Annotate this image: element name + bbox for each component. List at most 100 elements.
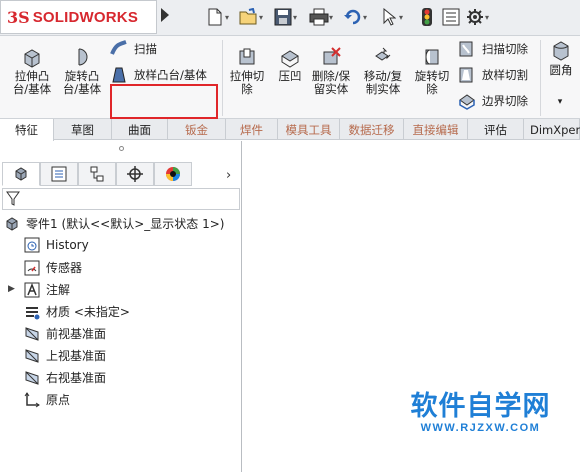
boundary-cut-button[interactable]: 边界切除	[458, 92, 528, 110]
tree-item-annotations[interactable]: 注解	[24, 281, 70, 298]
command-manager-ribbon: 拉伸凸 台/基体 旋转凸 台/基体 扫描 放样凸台/基体 拉伸切 除 压凹 删除…	[0, 36, 580, 119]
tab-dimxpert[interactable]: DimXpert	[524, 119, 580, 140]
plane-icon	[25, 370, 39, 385]
delete-keep-body-button[interactable]: 删除/保 留实体	[306, 46, 356, 96]
quick-access-toolbar: ▾ ▾ ▾ ▾ ▾ ▾ ▾	[205, 5, 493, 29]
menu-expand-arrow-icon[interactable]	[161, 8, 169, 22]
tab-features[interactable]: 特征	[0, 119, 54, 141]
tab-evaluate[interactable]: 评估	[468, 119, 524, 140]
plane-icon	[25, 348, 39, 363]
tree-filter-bar[interactable]	[2, 188, 240, 210]
tab-data-migration[interactable]: 数据迁移	[340, 119, 404, 140]
extruded-cut-icon	[239, 48, 255, 65]
annotations-icon	[24, 282, 40, 297]
tree-item-label: History	[46, 238, 89, 252]
save-dropdown-icon[interactable]: ▾	[293, 13, 301, 22]
indent-button[interactable]: 压凹	[274, 46, 306, 83]
select-dropdown-icon[interactable]: ▾	[399, 13, 407, 22]
delete-body-icon	[323, 47, 341, 65]
tree-root-part[interactable]: 零件1 (默认<<默认>_显示状态 1>)	[4, 215, 224, 232]
tree-item-label: 前视基准面	[46, 327, 107, 341]
extruded-cut-label: 拉伸切 除	[229, 69, 265, 96]
sweep-label: 扫描	[134, 42, 157, 56]
tree-item-origin[interactable]: 原点	[24, 391, 70, 408]
undo-dropdown-icon[interactable]: ▾	[363, 13, 371, 22]
save-icon[interactable]	[273, 7, 293, 27]
configuration-manager-tab[interactable]	[78, 162, 116, 186]
loft-icon	[112, 67, 126, 83]
lofted-cut-icon	[459, 67, 473, 83]
feature-manager-tab[interactable]	[2, 162, 40, 186]
filter-icon	[6, 191, 20, 206]
panel-grip-handle[interactable]	[0, 141, 242, 155]
fillet-dropdown[interactable]: ▾	[552, 96, 568, 109]
tab-direct-editing[interactable]: 直接编辑	[404, 119, 468, 140]
move-body-icon	[375, 47, 391, 61]
feature-manager-icon	[15, 167, 27, 181]
delete-keep-body-label: 删除/保 留实体	[311, 69, 351, 96]
property-manager-icon	[51, 166, 67, 182]
gear-icon[interactable]	[465, 7, 485, 27]
new-document-icon[interactable]	[205, 7, 225, 27]
tab-sketch[interactable]: 草图	[54, 119, 112, 140]
tree-item-label: 传感器	[46, 261, 83, 275]
lofted-cut-button[interactable]: 放样切割	[458, 66, 528, 84]
tree-item-label: 上视基准面	[46, 349, 107, 363]
move-copy-body-button[interactable]: 移动/复 制实体	[358, 46, 408, 96]
command-manager-tabs: 特征 草图 曲面 钣金 焊件 模具工具 数据迁移 直接编辑 评估 DimXper…	[0, 119, 580, 141]
extruded-boss-button[interactable]: 拉伸凸 台/基体	[6, 46, 58, 96]
tab-surfaces[interactable]: 曲面	[112, 119, 168, 140]
swept-cut-label: 扫描切除	[482, 42, 528, 56]
tree-item-label: 原点	[46, 393, 71, 407]
dimxpert-icon	[127, 166, 143, 182]
file-properties-icon[interactable]	[441, 7, 461, 27]
extruded-boss-icon	[24, 49, 40, 68]
material-icon	[26, 306, 40, 319]
part-icon	[6, 216, 18, 231]
revolved-boss-button[interactable]: 旋转凸 台/基体	[58, 46, 106, 96]
open-folder-icon[interactable]	[239, 7, 259, 27]
boundary-cut-icon	[459, 94, 475, 110]
boundary-cut-label: 边界切除	[482, 94, 528, 108]
fillet-button[interactable]: 圆角	[544, 40, 578, 77]
revolved-cut-button[interactable]: 旋转切 除	[410, 46, 454, 96]
tree-item-label: 材质 <未指定>	[46, 305, 130, 319]
print-dropdown-icon[interactable]: ▾	[329, 13, 337, 22]
loft-button[interactable]: 放样凸台/基体	[110, 66, 207, 84]
move-copy-body-label: 移动/复 制实体	[363, 69, 403, 96]
tab-sheet-metal[interactable]: 钣金	[168, 119, 226, 140]
tab-mold-tools[interactable]: 模具工具	[278, 119, 340, 140]
print-icon[interactable]	[309, 7, 329, 27]
tree-item-history[interactable]: History	[24, 237, 89, 253]
logo-mark: 3S	[7, 7, 30, 27]
sweep-icon	[110, 40, 127, 55]
tree-item-right-plane[interactable]: 右视基准面	[24, 369, 106, 386]
options-dropdown-icon[interactable]: ▾	[485, 13, 493, 22]
traffic-light-icon[interactable]	[417, 7, 437, 27]
solidworks-logo[interactable]: 3S SOLIDWORKS	[0, 0, 157, 34]
origin-icon	[24, 391, 40, 407]
tree-item-front-plane[interactable]: 前视基准面	[24, 325, 106, 342]
swept-cut-button[interactable]: 扫描切除	[458, 40, 528, 58]
open-dropdown-icon[interactable]: ▾	[259, 13, 267, 22]
tree-item-label: 右视基准面	[46, 371, 107, 385]
tree-item-sensors[interactable]: 传感器	[24, 259, 82, 276]
property-manager-tab[interactable]	[40, 162, 78, 186]
expand-arrow-icon[interactable]: ▶	[8, 284, 15, 294]
tree-item-material[interactable]: 材质 <未指定>	[24, 303, 130, 320]
undo-icon[interactable]	[343, 7, 363, 27]
select-cursor-icon[interactable]	[379, 7, 399, 27]
panel-tabs-next-arrow-icon[interactable]: ›	[226, 168, 231, 183]
tree-item-top-plane[interactable]: 上视基准面	[24, 347, 106, 364]
sensor-icon	[24, 260, 40, 275]
tree-item-label: 注解	[46, 283, 71, 297]
extruded-cut-button[interactable]: 拉伸切 除	[224, 46, 270, 96]
new-dropdown-icon[interactable]: ▾	[225, 13, 233, 22]
sweep-button[interactable]: 扫描	[110, 40, 157, 58]
display-manager-tab[interactable]	[154, 162, 192, 186]
tab-weldments[interactable]: 焊件	[226, 119, 278, 140]
fillet-icon	[553, 41, 569, 61]
ribbon-separator	[540, 40, 541, 116]
dimxpert-tab[interactable]	[116, 162, 154, 186]
extruded-boss-label: 拉伸凸 台/基体	[12, 69, 52, 96]
